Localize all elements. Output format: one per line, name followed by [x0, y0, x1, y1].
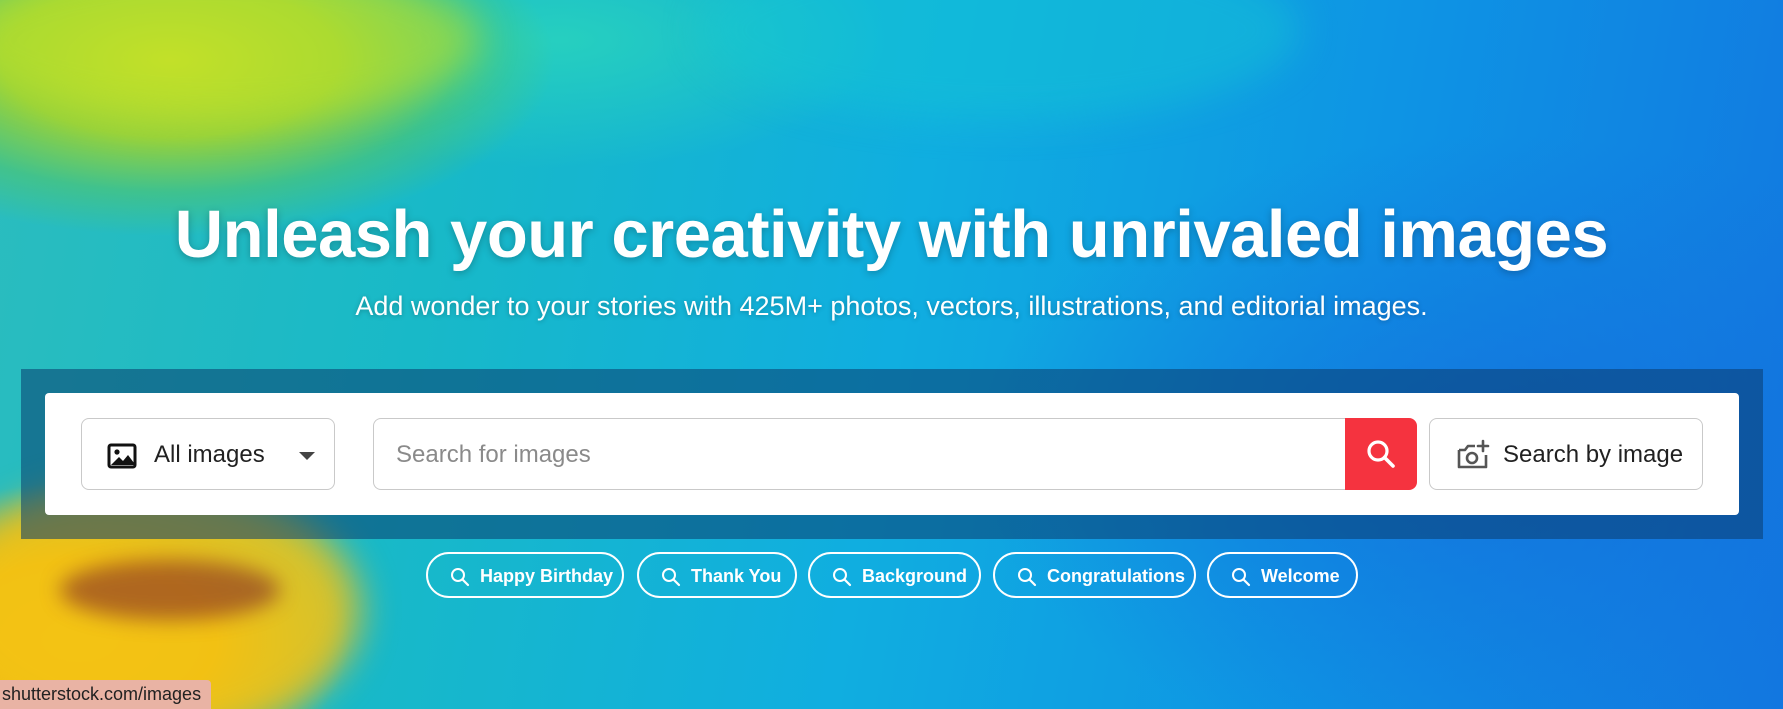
- suggestion-chip-label: Welcome: [1261, 566, 1340, 586]
- suggestion-chips: Happy Birthday Thank You Background Cong…: [0, 552, 1783, 598]
- page-title: Unleash your creativity with unrivaled i…: [174, 197, 1609, 272]
- search-icon: [833, 568, 852, 587]
- image-icon: [107, 443, 137, 469]
- suggestion-chip-label: Thank You: [691, 566, 782, 586]
- suggestion-chip[interactable]: Thank You: [637, 552, 797, 598]
- search-icon: [1232, 568, 1251, 587]
- search-icon: [1018, 568, 1037, 587]
- search-icon: [662, 568, 681, 587]
- search-input[interactable]: [394, 419, 1328, 491]
- camera-plus-icon: [1457, 439, 1490, 469]
- search-by-image-label: Search by image: [1503, 441, 1684, 468]
- status-bar-url: shutterstock.com/images: [0, 680, 212, 709]
- search-icon: [1367, 440, 1395, 468]
- background-paint-blotch: [0, 0, 480, 120]
- search-icon: [451, 568, 470, 587]
- image-type-selected: All images: [154, 441, 265, 468]
- suggestion-chip[interactable]: Happy Birthday: [426, 552, 624, 598]
- suggestion-chip-label: Background: [862, 566, 968, 586]
- search-by-image-button[interactable]: Search by image: [1429, 418, 1703, 490]
- suggestion-chip-label: Congratulations: [1047, 566, 1185, 586]
- image-type-dropdown[interactable]: All images: [81, 418, 335, 490]
- suggestion-chip[interactable]: Welcome: [1207, 552, 1358, 598]
- search-field: [373, 418, 1347, 491]
- suggestion-chip-label: Happy Birthday: [480, 566, 614, 586]
- search-button[interactable]: [1345, 418, 1417, 490]
- suggestion-chip[interactable]: Congratulations: [993, 552, 1196, 598]
- hero-banner: Unleash your creativity with unrivaled i…: [0, 0, 1783, 709]
- chevron-down-icon: [299, 452, 315, 460]
- suggestion-chip[interactable]: Background: [808, 552, 981, 598]
- background-paint-blotch: [700, 0, 1300, 120]
- page-subtitle: Add wonder to your stories with 425M+ ph…: [355, 291, 1428, 321]
